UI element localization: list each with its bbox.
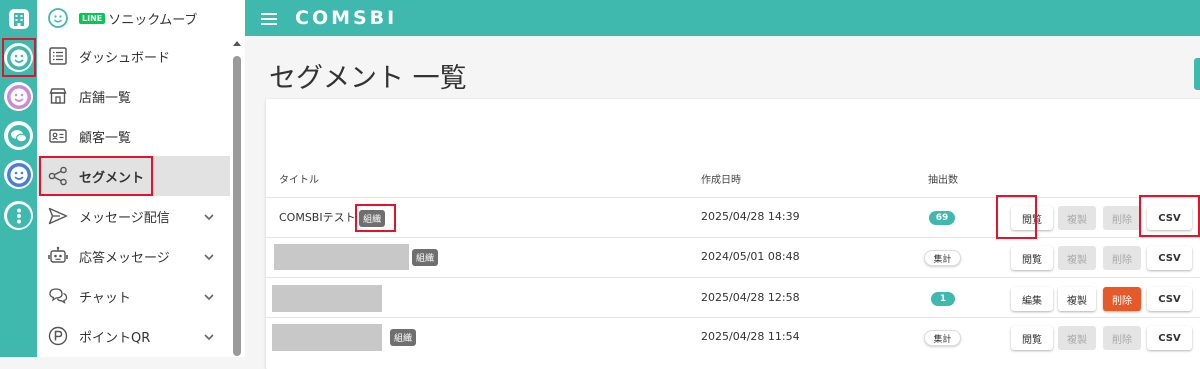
sidebar-item-segments[interactable]: セグメント xyxy=(37,156,230,196)
account-switcher[interactable]: LINE ソニックムーブ xyxy=(37,0,230,38)
sidebar-item-label: セグメント xyxy=(79,170,145,186)
table-row[interactable]: 組織 2025/04/28 11:54 集計 閲覧 複製 削除 CSV xyxy=(266,317,1200,357)
comsbi-logo[interactable]: COMSBI xyxy=(295,7,397,29)
sidebar-scrollbar[interactable] xyxy=(229,36,245,357)
page-title: セグメント 一覧 xyxy=(269,63,467,94)
chevron-down-icon[interactable] xyxy=(202,249,216,263)
sidebar-item-label: チャット xyxy=(79,290,131,306)
sidebar: LINE ソニックムーブ ダッシュボード 店舗一覧 顧客一覧 セグメント メッセ… xyxy=(37,0,245,357)
column-header-title: タイトル xyxy=(279,175,319,186)
row-title: COMSBIテスト 組織 xyxy=(279,209,386,227)
row-created: 2025/04/28 14:39 xyxy=(701,210,800,223)
sidebar-item-label: 顧客一覧 xyxy=(79,130,132,146)
sidebar-item-label: 応答メッセージ xyxy=(79,250,170,266)
send-icon xyxy=(47,205,69,227)
view-button[interactable]: 閲覧 xyxy=(1011,206,1053,230)
sidebar-item-customers[interactable]: 顧客一覧 xyxy=(37,116,230,156)
more-vertical-icon[interactable] xyxy=(4,201,33,230)
sidebar-item-label: ポイントQR xyxy=(79,330,151,346)
account-name: ソニックムーブ xyxy=(108,12,198,28)
chevron-down-icon[interactable] xyxy=(202,289,216,303)
table-row[interactable]: 2025/04/28 12:58 1 編集 複製 削除 CSV xyxy=(266,277,1200,317)
segment-table-card: タイトル 作成日時 抽出数 COMSBIテスト 組織 2025/04/28 14… xyxy=(266,99,1200,369)
csv-button[interactable]: CSV xyxy=(1147,287,1192,311)
delete-button[interactable]: 削除 xyxy=(1103,246,1141,270)
smile-face-icon-active[interactable] xyxy=(4,43,33,72)
org-tag: 組織 xyxy=(390,329,417,346)
csv-button[interactable]: CSV xyxy=(1147,206,1192,230)
sidebar-item-message-delivery[interactable]: メッセージ配信 xyxy=(37,196,230,236)
scroll-up-arrow-icon[interactable] xyxy=(229,37,245,51)
sidebar-item-auto-reply[interactable]: 応答メッセージ xyxy=(37,236,230,276)
sidebar-item-label: ダッシュボード xyxy=(79,50,171,66)
extract-count-badge: 1 xyxy=(931,292,955,306)
point-icon xyxy=(47,325,69,347)
row-created: 2025/04/28 11:54 xyxy=(701,330,800,343)
duplicate-button[interactable]: 複製 xyxy=(1058,287,1096,311)
column-header-created: 作成日時 xyxy=(701,175,741,186)
app-switcher-rail xyxy=(0,0,37,357)
chevron-down-icon[interactable] xyxy=(202,329,216,343)
extract-count-badge: 69 xyxy=(929,211,955,225)
share-nodes-icon xyxy=(47,165,69,187)
smile-face-icon xyxy=(47,7,69,29)
org-tag: 組織 xyxy=(359,209,386,227)
top-app-bar: COMSBI xyxy=(245,0,1200,36)
main-content: セグメント 一覧 タイトル 作成日時 抽出数 COMSBIテスト 組織 2025… xyxy=(245,36,1200,369)
csv-button[interactable]: CSV xyxy=(1147,246,1192,270)
redacted-title xyxy=(274,244,409,270)
robot-icon xyxy=(47,245,69,267)
edit-button[interactable]: 編集 xyxy=(1011,287,1053,311)
row-created: 2025/04/28 12:58 xyxy=(701,291,800,304)
sidebar-item-label: メッセージ配信 xyxy=(79,210,170,226)
view-button[interactable]: 閲覧 xyxy=(1011,246,1053,270)
duplicate-button[interactable]: 複製 xyxy=(1058,206,1096,230)
org-tag: 組織 xyxy=(412,249,439,266)
hamburger-menu-icon[interactable] xyxy=(261,11,277,25)
delete-button[interactable]: 削除 xyxy=(1103,287,1141,311)
row-title-text: COMSBIテスト xyxy=(279,211,356,224)
smile-face-icon-purple[interactable] xyxy=(4,82,33,111)
smile-face-icon-blue[interactable] xyxy=(4,160,33,189)
aggregate-button[interactable]: 集計 xyxy=(924,250,961,266)
chat-bubbles-icon[interactable] xyxy=(4,121,33,150)
delete-button[interactable]: 削除 xyxy=(1103,326,1141,350)
csv-button[interactable]: CSV xyxy=(1147,326,1192,350)
header-action-button-partial[interactable] xyxy=(1194,58,1200,90)
sidebar-item-dashboard[interactable]: ダッシュボード xyxy=(37,36,230,76)
aggregate-button[interactable]: 集計 xyxy=(924,330,961,346)
duplicate-button[interactable]: 複製 xyxy=(1058,246,1096,270)
store-icon xyxy=(47,85,69,107)
sidebar-item-chat[interactable]: チャット xyxy=(37,276,230,316)
view-button[interactable]: 閲覧 xyxy=(1011,326,1053,350)
redacted-title xyxy=(272,324,382,351)
row-created: 2024/05/01 08:48 xyxy=(701,250,800,263)
delete-button[interactable]: 削除 xyxy=(1103,206,1141,230)
scrollbar-thumb[interactable] xyxy=(233,56,241,356)
line-badge: LINE xyxy=(79,12,106,24)
redacted-title xyxy=(272,285,382,312)
chat-icon xyxy=(47,285,69,307)
sidebar-item-point-qr[interactable]: ポイントQR xyxy=(37,316,230,356)
building-icon[interactable] xyxy=(4,4,33,33)
column-header-count: 抽出数 xyxy=(928,175,958,186)
duplicate-button[interactable]: 複製 xyxy=(1058,326,1096,350)
table-row[interactable]: 組織 2024/05/01 08:48 集計 閲覧 複製 削除 CSV xyxy=(266,237,1200,277)
chevron-down-icon[interactable] xyxy=(202,209,216,223)
sidebar-item-label: 店舗一覧 xyxy=(79,90,132,106)
dashboard-icon xyxy=(47,45,69,67)
table-row[interactable]: COMSBIテスト 組織 2025/04/28 14:39 69 閲覧 複製 削… xyxy=(266,197,1200,237)
sidebar-item-stores[interactable]: 店舗一覧 xyxy=(37,76,230,116)
contact-card-icon xyxy=(47,125,69,147)
